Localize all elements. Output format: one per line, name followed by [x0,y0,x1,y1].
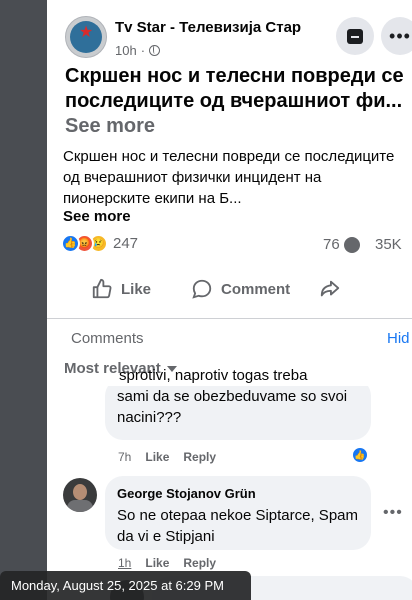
bookmark-box-icon [347,28,363,44]
comment-author[interactable]: George Stojanov Grün [117,486,256,501]
comment-icon [192,279,212,299]
comment-bubble-icon [343,236,360,253]
share-arrow-icon [320,280,340,297]
comment-button[interactable]: Comment [191,278,290,300]
hide-comments-link[interactable]: Hid [387,330,410,347]
comment-time[interactable]: 1h [118,556,131,570]
comment-bubble: George Stojanov Grün So ne otepaa nekoe … [105,476,371,550]
comment-count[interactable]: 76 [323,236,360,253]
post-meta: 10h · [115,43,161,58]
more-dots-icon: ••• [389,26,411,46]
section-divider [47,318,412,319]
avatar-body [67,500,93,512]
see-more-link[interactable]: See more [63,208,131,225]
thumbs-up-icon [92,278,112,299]
post-headline: Скршен нос и телесни повреди се последиц… [65,64,410,139]
globe-icon [149,45,161,56]
comment-like-badge-icon[interactable]: 👍 [351,446,369,464]
avatar-face [73,484,87,500]
more-options-button[interactable]: ••• [381,17,412,55]
comment-partial-line: sprotivi, naprotiv togas treba [119,367,308,384]
comment-bubble: sami da se obezbeduvame so svoi nacini??… [105,378,371,440]
post-time[interactable]: 10h [115,43,137,58]
headline-text: Скршен нос и телесни повреди се последиц… [65,65,404,112]
comment-actions: 7h Like Reply [118,450,216,464]
scroll-clip: sprotivi, naprotiv togas treba [105,367,371,386]
page-avatar[interactable]: ★ [65,16,107,58]
comment-more-icon[interactable]: ••• [383,504,403,522]
comment-like-button[interactable]: Like [145,556,169,570]
reaction-count: 247 [113,235,139,252]
page-name[interactable]: Tv Star - Телевизија Стар [115,19,301,36]
background-overlay-strip [0,0,47,600]
like-reaction-icon: 👍 [61,234,80,253]
comment-reply-button[interactable]: Reply [183,556,216,570]
headline-see-more-link[interactable]: See more [65,115,155,137]
comment-time[interactable]: 7h [118,450,131,464]
post-panel: ★ Tv Star - Телевизија Стар 10h · ••• Ск… [47,0,412,600]
comment-reply-button[interactable]: Reply [183,450,216,464]
share-count[interactable]: 35K [375,236,402,253]
commenter-avatar[interactable] [63,478,97,512]
comment-like-button[interactable]: Like [145,450,169,464]
like-button[interactable]: Like [91,278,151,300]
post-actions: Like Comment [47,270,412,310]
comment-text: sami da se obezbeduvame so svoi nacini??… [117,388,348,426]
save-post-button[interactable] [336,17,374,55]
star-icon: ★ [78,24,94,41]
timestamp-tooltip: Monday, August 25, 2025 at 6:29 PM [0,571,251,600]
share-button[interactable] [319,278,341,300]
post-body: Скршен нос и телесни повреди се последиц… [63,148,395,207]
comment-text: So ne otepaa nekoe Siptarce, Spam da vi … [117,507,358,545]
reactions-summary[interactable]: 👍 😡 😢 247 [61,234,138,253]
comment-actions: 1h Like Reply [118,556,216,570]
comments-tab[interactable]: Comments [71,330,144,347]
